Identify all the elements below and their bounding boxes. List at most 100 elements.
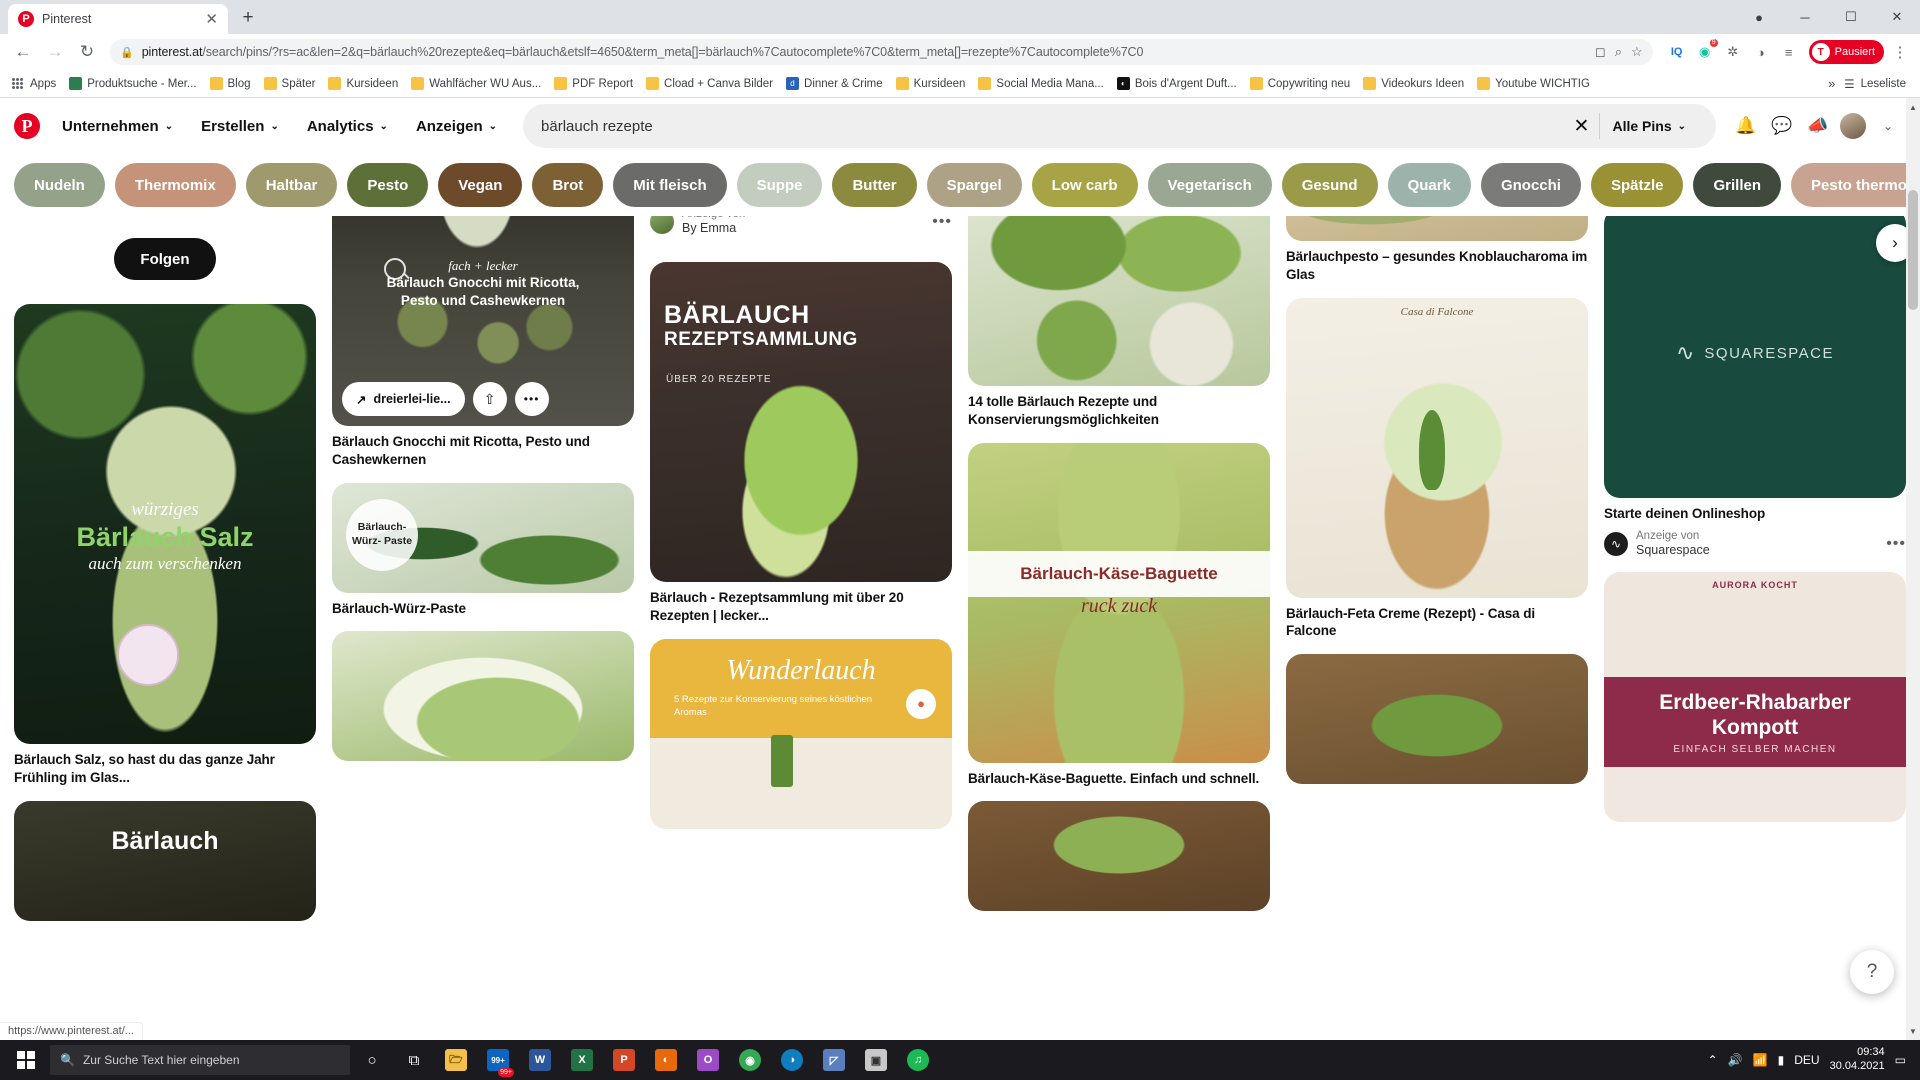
pin-squarespace-ad[interactable]: ∿ SQUARESPACE Starte deinen Onlineshop ∿… [1604, 216, 1906, 558]
opera-icon[interactable]: O [688, 1040, 728, 1080]
pin-image[interactable]: BÄRLAUCH REZEPTSAMMLUNG ÜBER 20 REZEPTE [650, 262, 952, 583]
window-maximize-button[interactable]: ☐ [1828, 0, 1874, 34]
firefox-icon[interactable]: ◐ [646, 1040, 686, 1080]
tab-close-icon[interactable]: ✕ [205, 12, 218, 27]
window-close-button[interactable]: ✕ [1874, 0, 1920, 34]
bookmark-item[interactable]: Kursideen [890, 74, 972, 93]
outlook-icon[interactable]: 99+ 99+ [478, 1040, 518, 1080]
pin-image[interactable]: würziges Bärlauch Salz auch zum verschen… [14, 304, 316, 744]
bookmark-item[interactable]: Blog [204, 74, 257, 93]
pin-image[interactable] [968, 801, 1270, 912]
bookmark-item[interactable]: Wahlfächer WU Aus... [405, 74, 547, 93]
language-indicator[interactable]: DEU [1794, 1053, 1819, 1067]
pin-kaese-baguette[interactable]: Bärlauch-Käse-Baguette ruck zuck Bärlauc… [968, 442, 1270, 788]
bookmark-apps[interactable]: Apps [6, 75, 62, 93]
avatar[interactable] [1840, 113, 1866, 139]
nav-anzeigen[interactable]: Anzeigen ⌄ [402, 110, 511, 143]
bookmark-item[interactable]: Kursideen [322, 74, 404, 93]
pin-pesto-schuessel[interactable] [1286, 654, 1588, 785]
pin-image[interactable]: AURORA KOCHT Erdbeer-Rhabarber Kompott E… [1604, 572, 1906, 823]
pin-pesto-schale[interactable] [968, 801, 1270, 912]
search-clear-icon[interactable]: ✕ [1564, 115, 1600, 138]
pin-image[interactable]: Bärlauch [14, 800, 316, 921]
back-icon[interactable]: ← [8, 37, 38, 67]
pin-image[interactable] [332, 631, 634, 762]
help-button[interactable]: ? [1850, 950, 1894, 994]
filter-pill-low-carb[interactable]: Low carb [1031, 163, 1138, 207]
nav-unternehmen[interactable]: Unternehmen ⌄ [48, 110, 187, 143]
bookmark-item[interactable]: Youtube WICHTIG [1471, 74, 1596, 93]
cortana-icon[interactable]: ○ [352, 1040, 392, 1080]
ad-byline[interactable]: ∿ Anzeige von Squarespace ••• [1604, 530, 1906, 558]
profile-chip[interactable]: T Pausiert [1808, 40, 1884, 64]
filter-pill-suppe[interactable]: Suppe [736, 163, 823, 207]
reading-list-button[interactable]: ☰ Leseliste [1844, 77, 1914, 91]
start-button[interactable] [4, 1040, 48, 1080]
scroll-up-icon[interactable]: ▲ [1907, 100, 1919, 114]
bookmarks-overflow-icon[interactable]: » [1820, 76, 1843, 91]
bookmark-item[interactable]: Copywriting neu [1244, 74, 1356, 93]
filter-pill-quark[interactable]: Quark [1387, 163, 1471, 207]
taskbar-search-input[interactable]: 🔍 Zur Suche Text hier eingeben [50, 1045, 350, 1075]
pin-14-rezepte[interactable]: 14 tolle Bärlauch Rezepte und Konservier… [968, 216, 1270, 429]
filter-pill-mit-fleisch[interactable]: Mit fleisch [613, 163, 727, 207]
pin-source-chip[interactable]: ↗ dreierlei-lie... [342, 382, 465, 416]
filter-pill-thermomix[interactable]: Thermomix [114, 163, 236, 207]
puzzle-extension-icon[interactable]: ✲ [1721, 40, 1745, 64]
pin-rezeptsammlung[interactable]: BÄRLAUCH REZEPTSAMMLUNG ÜBER 20 REZEPTE … [650, 262, 952, 625]
filter-pill-vegan[interactable]: Vegan [438, 163, 523, 207]
pinterest-logo-icon[interactable]: P [14, 113, 40, 139]
account-chevron-down-icon[interactable]: ⌄ [1870, 108, 1906, 144]
excel-icon[interactable]: X [562, 1040, 602, 1080]
pin-pesto-glas[interactable]: Bärlauchpesto – gesundes Knoblaucharoma … [1286, 216, 1588, 284]
scroll-down-icon[interactable]: ▼ [1907, 1024, 1919, 1038]
forward-icon[interactable]: → [40, 37, 70, 67]
nav-analytics[interactable]: Analytics ⌄ [293, 110, 402, 143]
pin-wunderlauch[interactable]: Wunderlauch 5 Rezepte zur Konservierung … [650, 638, 952, 829]
bookmark-item[interactable]: Social Media Mana... [972, 74, 1109, 93]
share-icon[interactable]: ⇧ [472, 382, 507, 416]
file-explorer-icon[interactable]: 🗁 [436, 1040, 476, 1080]
filter-pill-grillen[interactable]: Grillen [1693, 163, 1781, 207]
filter-pill-gnocchi[interactable]: Gnocchi [1480, 163, 1581, 207]
tray-expand-icon[interactable]: ⌃ [1708, 1053, 1718, 1067]
address-bar[interactable]: 🔒 pinterest.at/search/pins/?rs=ac&len=2&… [110, 39, 1653, 65]
filter-pill-butter[interactable]: Butter [832, 163, 917, 207]
bookmark-item[interactable]: PDF Report [548, 74, 639, 93]
pin-image[interactable]: ∿ SQUARESPACE [1604, 216, 1906, 498]
pin-feta-creme[interactable]: Casa di Falcone Bärlauch-Feta Creme (Rez… [1286, 297, 1588, 641]
scrollbar-thumb[interactable] [1908, 190, 1918, 310]
edge-icon[interactable]: ◑ [772, 1040, 812, 1080]
grammar-extension-icon[interactable]: ◉ 9 [1693, 39, 1718, 64]
filter-pill-vegetarisch[interactable]: Vegetarisch [1147, 163, 1272, 207]
bookmark-item[interactable]: Videokurs Ideen [1357, 74, 1470, 93]
pin-image[interactable]: Casa di Falcone [1286, 297, 1588, 598]
filter-pill-brot[interactable]: Brot [532, 163, 604, 207]
window-extra-icon[interactable]: ● [1736, 0, 1782, 34]
pin-grid[interactable]: Folgen würziges Bärlauch Salz auch zum v… [0, 216, 1920, 1040]
pin-suppe-gruen[interactable] [332, 631, 634, 762]
pin-erdbeer-rhabarber[interactable]: AURORA KOCHT Erdbeer-Rhabarber Kompott E… [1604, 572, 1906, 823]
pin-image[interactable]: fach + lecker Bärlauch Gnocchi mit Ricot… [332, 216, 634, 426]
search-input[interactable] [541, 117, 1564, 135]
shield-extension-icon[interactable]: ◑ [1749, 40, 1773, 64]
pin-image[interactable]: Wunderlauch 5 Rezepte zur Konservierung … [650, 638, 952, 829]
filter-pill-pesto[interactable]: Pesto [347, 163, 429, 207]
iq-extension-icon[interactable]: IQ [1665, 40, 1689, 64]
pin-baerlauch-salz[interactable]: würziges Bärlauch Salz auch zum verschen… [14, 304, 316, 787]
battery-icon[interactable]: ▮ [1778, 1053, 1785, 1067]
search-bar[interactable]: ✕ Alle Pins ⌄ [523, 104, 1716, 148]
filter-pill-pesto-thermomix[interactable]: Pesto thermomix [1791, 163, 1920, 207]
star-icon[interactable]: ☆ [1631, 44, 1643, 60]
notifications-icon[interactable]: 🔔 [1728, 108, 1764, 144]
window-minimize-button[interactable]: ─ [1782, 0, 1828, 34]
filter-pill-gesund[interactable]: Gesund [1281, 163, 1378, 207]
word-icon[interactable]: W [520, 1040, 560, 1080]
bookmark-item[interactable]: d Dinner & Crime [780, 74, 889, 93]
pin-image[interactable]: Bärlauch- Würz- Paste [332, 482, 634, 593]
pin-image[interactable] [1286, 654, 1588, 785]
pin-image[interactable] [968, 216, 1270, 386]
more-options-icon[interactable]: ••• [514, 382, 549, 416]
chrome-icon[interactable]: ◉ [730, 1040, 770, 1080]
bookmark-item[interactable]: ◐ Bois d'Argent Duft... [1111, 74, 1243, 93]
